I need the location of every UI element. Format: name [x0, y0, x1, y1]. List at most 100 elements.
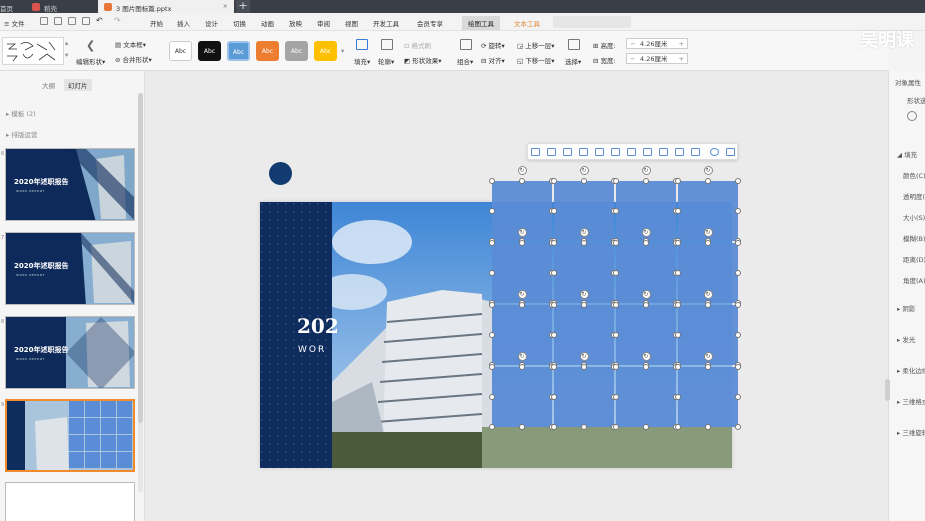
- more-icon[interactable]: [726, 148, 735, 156]
- resize-handle[interactable]: [489, 364, 495, 370]
- rotate-handle-icon[interactable]: ↻: [641, 352, 651, 361]
- resize-handle[interactable]: [705, 424, 711, 430]
- menu-file[interactable]: ≡ 文件: [4, 18, 25, 28]
- resize-handle[interactable]: [735, 364, 741, 370]
- menu-insert[interactable]: 插入: [177, 18, 190, 28]
- resize-handle[interactable]: [613, 332, 619, 338]
- undo-history-icon[interactable]: [54, 17, 62, 25]
- style-black-button[interactable]: Abc: [198, 41, 221, 61]
- menu-slideshow[interactable]: 放映: [289, 18, 302, 28]
- equal-spacing-icon[interactable]: [659, 148, 668, 156]
- resize-handle[interactable]: [735, 178, 741, 184]
- resize-handle[interactable]: [551, 424, 557, 430]
- resize-handle[interactable]: [735, 208, 741, 214]
- resize-handle[interactable]: [519, 178, 525, 184]
- style-yellow-button[interactable]: Abc: [314, 41, 337, 61]
- preview-icon[interactable]: [82, 17, 90, 25]
- distribute-v-icon[interactable]: [643, 148, 652, 156]
- redo-icon[interactable]: ↷: [114, 16, 121, 25]
- style-gray-button[interactable]: Abc: [285, 41, 308, 61]
- rotate-handle-icon[interactable]: ↻: [517, 228, 527, 237]
- style-white-button[interactable]: Abc: [169, 41, 192, 61]
- gallery-scroll-icon[interactable]: ▴: [65, 39, 68, 47]
- resize-handle[interactable]: [735, 302, 741, 308]
- resize-handle[interactable]: [705, 364, 711, 370]
- rotate-handle-icon[interactable]: ↻: [703, 166, 713, 175]
- section-template[interactable]: ▸ 模板 (2): [6, 108, 36, 118]
- grid-square[interactable]: [678, 367, 738, 427]
- resize-handle[interactable]: [519, 302, 525, 308]
- prop-transparency[interactable]: 透明度(: [903, 191, 925, 201]
- merge-shape-button[interactable]: ⊘ 合并形状▾: [115, 54, 152, 64]
- resize-handle[interactable]: [613, 394, 619, 400]
- rotate-handle-icon[interactable]: ↻: [703, 352, 713, 361]
- resize-handle[interactable]: [735, 270, 741, 276]
- rotate-handle-icon[interactable]: ↻: [517, 166, 527, 175]
- resize-handle[interactable]: [613, 364, 619, 370]
- slide-thumbnail-10[interactable]: [5, 482, 135, 521]
- resize-handle[interactable]: [643, 240, 649, 246]
- text-box-button[interactable]: ▤ 文本框▾: [115, 39, 146, 49]
- slide-subtitle-text[interactable]: WOR: [298, 345, 326, 355]
- rotate-handle-icon[interactable]: ↻: [641, 166, 651, 175]
- align-bottom-icon[interactable]: [611, 148, 620, 156]
- resize-handle[interactable]: [675, 394, 681, 400]
- tab-document[interactable]: 3 图片图标篇.pptx ×: [98, 0, 234, 13]
- rotate-handle-icon[interactable]: ↻: [517, 352, 527, 361]
- rotate-handle-icon[interactable]: ↻: [579, 228, 589, 237]
- slide-thumbnail-8[interactable]: 2020年述职报告 WORK REPORT: [5, 316, 135, 389]
- rotate-handle-icon[interactable]: ↻: [703, 290, 713, 299]
- resize-handle[interactable]: [489, 424, 495, 430]
- tab-docer[interactable]: 稻壳: [26, 0, 63, 13]
- resize-handle[interactable]: [489, 240, 495, 246]
- gallery-expand-icon[interactable]: ▾: [65, 51, 68, 59]
- prop-distance[interactable]: 距离(D): [903, 254, 925, 264]
- resize-handle[interactable]: [735, 332, 741, 338]
- tab-home[interactable]: 首页: [0, 0, 19, 13]
- resize-handle[interactable]: [675, 424, 681, 430]
- resize-handle[interactable]: [551, 364, 557, 370]
- resize-handle[interactable]: [675, 302, 681, 308]
- resize-handle[interactable]: [705, 178, 711, 184]
- menu-review[interactable]: 审阅: [317, 18, 330, 28]
- equal-size-icon[interactable]: [675, 148, 684, 156]
- resize-handle[interactable]: [551, 302, 557, 308]
- resize-handle[interactable]: [489, 208, 495, 214]
- scrollbar-thumb[interactable]: [138, 93, 143, 423]
- resize-handle[interactable]: [519, 240, 525, 246]
- shapes-gallery[interactable]: [2, 37, 64, 65]
- decor-circle[interactable]: [269, 162, 292, 185]
- menu-design[interactable]: 设计: [205, 18, 218, 28]
- menu-animation[interactable]: 动画: [261, 18, 274, 28]
- align-right-icon[interactable]: [563, 148, 572, 156]
- resize-handle[interactable]: [489, 394, 495, 400]
- align-left-icon[interactable]: [531, 148, 540, 156]
- align-button[interactable]: ⊟ 对齐▾: [481, 55, 505, 65]
- shape-effect-button[interactable]: ◩ 形状效果▾: [404, 55, 441, 65]
- grid-square[interactable]: [616, 367, 676, 427]
- tab-slides[interactable]: 幻灯片: [64, 79, 92, 91]
- resize-handle[interactable]: [551, 178, 557, 184]
- resize-handle[interactable]: [613, 302, 619, 308]
- save-icon[interactable]: [40, 17, 48, 25]
- search-input[interactable]: [553, 16, 631, 28]
- slide-thumbnail-6[interactable]: 2020年述职报告 WORK REPORT: [5, 148, 135, 221]
- resize-handle[interactable]: [643, 424, 649, 430]
- rotate-button[interactable]: ⟳ 旋转▾: [481, 40, 505, 50]
- align-top-icon[interactable]: [579, 148, 588, 156]
- resize-handle[interactable]: [613, 208, 619, 214]
- resize-handle[interactable]: [735, 394, 741, 400]
- bring-forward-button[interactable]: ◲ 上移一层▾: [517, 40, 554, 50]
- undo-icon[interactable]: ↶: [96, 16, 103, 25]
- menu-home[interactable]: 开始: [150, 18, 163, 28]
- resize-handle[interactable]: [551, 208, 557, 214]
- resize-handle[interactable]: [581, 178, 587, 184]
- slide-thumbnail-9[interactable]: [5, 399, 135, 472]
- rotate-handle-icon[interactable]: ↻: [579, 352, 589, 361]
- resize-handle[interactable]: [489, 178, 495, 184]
- grid-square[interactable]: [492, 367, 552, 427]
- width-input[interactable]: − 4.26厘米 +: [626, 53, 688, 64]
- fill-section[interactable]: ◢ 填充: [897, 149, 917, 159]
- resize-handle[interactable]: [489, 332, 495, 338]
- resize-handle[interactable]: [551, 394, 557, 400]
